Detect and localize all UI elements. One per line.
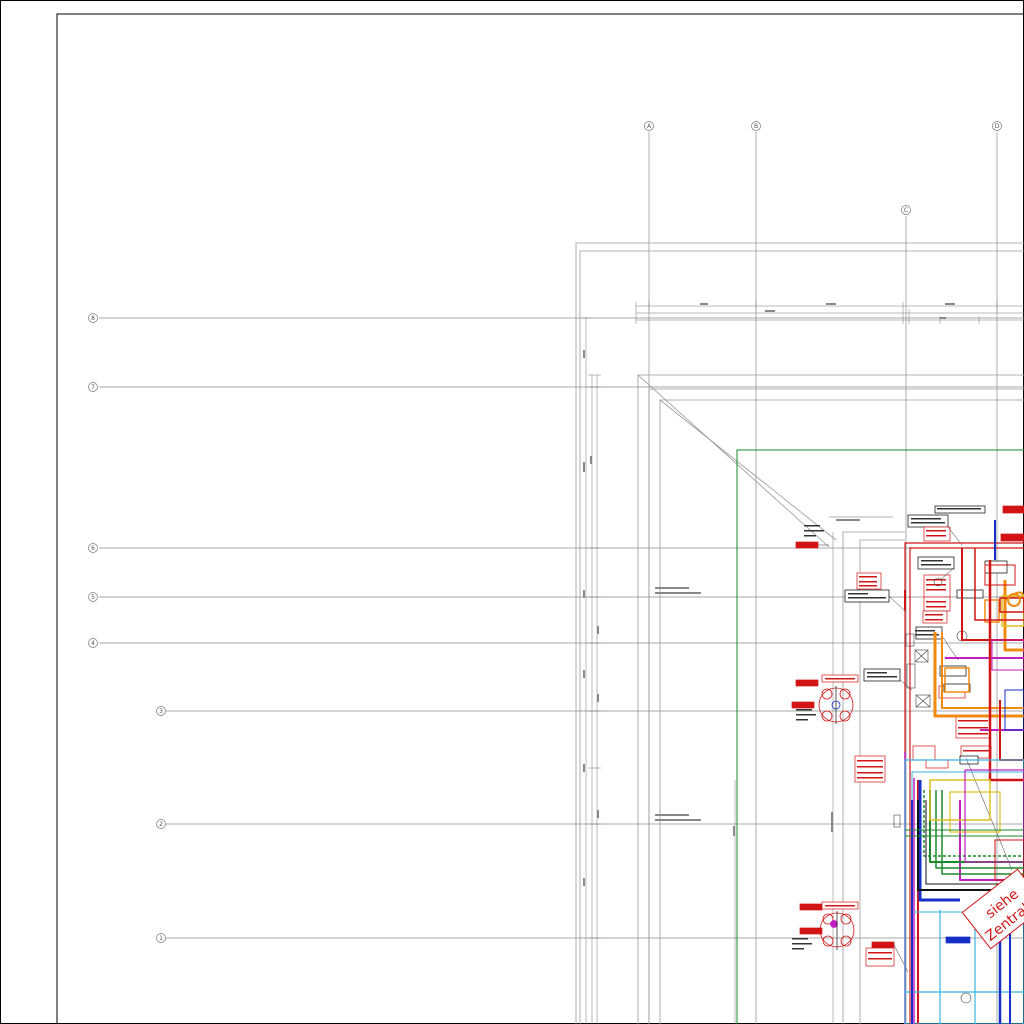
dimension-ticks-text: [583, 303, 955, 886]
grid-label-d: D: [995, 123, 1000, 130]
sheet-inner-frame: [56, 13, 1024, 1024]
grid-label-3: 3: [159, 708, 163, 715]
grid-bubble-6: 6: [88, 543, 98, 553]
dimension-chains: [582, 302, 1024, 1024]
grid-label-c: C: [904, 207, 908, 214]
grid-bubble-1: 1: [156, 933, 166, 943]
grid-bubble-4: 4: [88, 638, 98, 648]
drawing-sheet: A B C D 8 7 6 5 4 3 2 1 siehe Zentrale: [0, 0, 1024, 1024]
stamp-note: siehe Zentrale O: [961, 868, 1024, 950]
grid-label-b: B: [754, 123, 758, 130]
grid-bubble-a: A: [644, 121, 654, 131]
grid-label-2: 2: [159, 821, 163, 828]
grid-bubble-d: D: [992, 121, 1002, 131]
grid-lines: [99, 132, 1024, 1024]
grid-bubble-3: 3: [156, 706, 166, 716]
sheet-outer-border: [0, 0, 1024, 1024]
grid-bubble-8: 8: [88, 313, 98, 323]
sprinkler-symbol-upper: [818, 686, 854, 724]
grid-bubble-b: B: [751, 121, 761, 131]
grid-label-5: 5: [91, 594, 95, 601]
sprinkler-symbol-lower: [819, 911, 855, 950]
grid-label-6: 6: [91, 545, 95, 552]
grid-bubble-c: C: [901, 205, 911, 215]
grid-label-8: 8: [91, 315, 95, 322]
grid-bubble-2: 2: [156, 819, 166, 829]
grid-bubble-7: 7: [88, 382, 98, 392]
grid-label-7: 7: [91, 384, 95, 391]
grid-label-1: 1: [159, 935, 163, 942]
grid-label-4: 4: [91, 640, 95, 647]
label-text-marks: [792, 508, 981, 950]
grid-bubble-5: 5: [88, 592, 98, 602]
